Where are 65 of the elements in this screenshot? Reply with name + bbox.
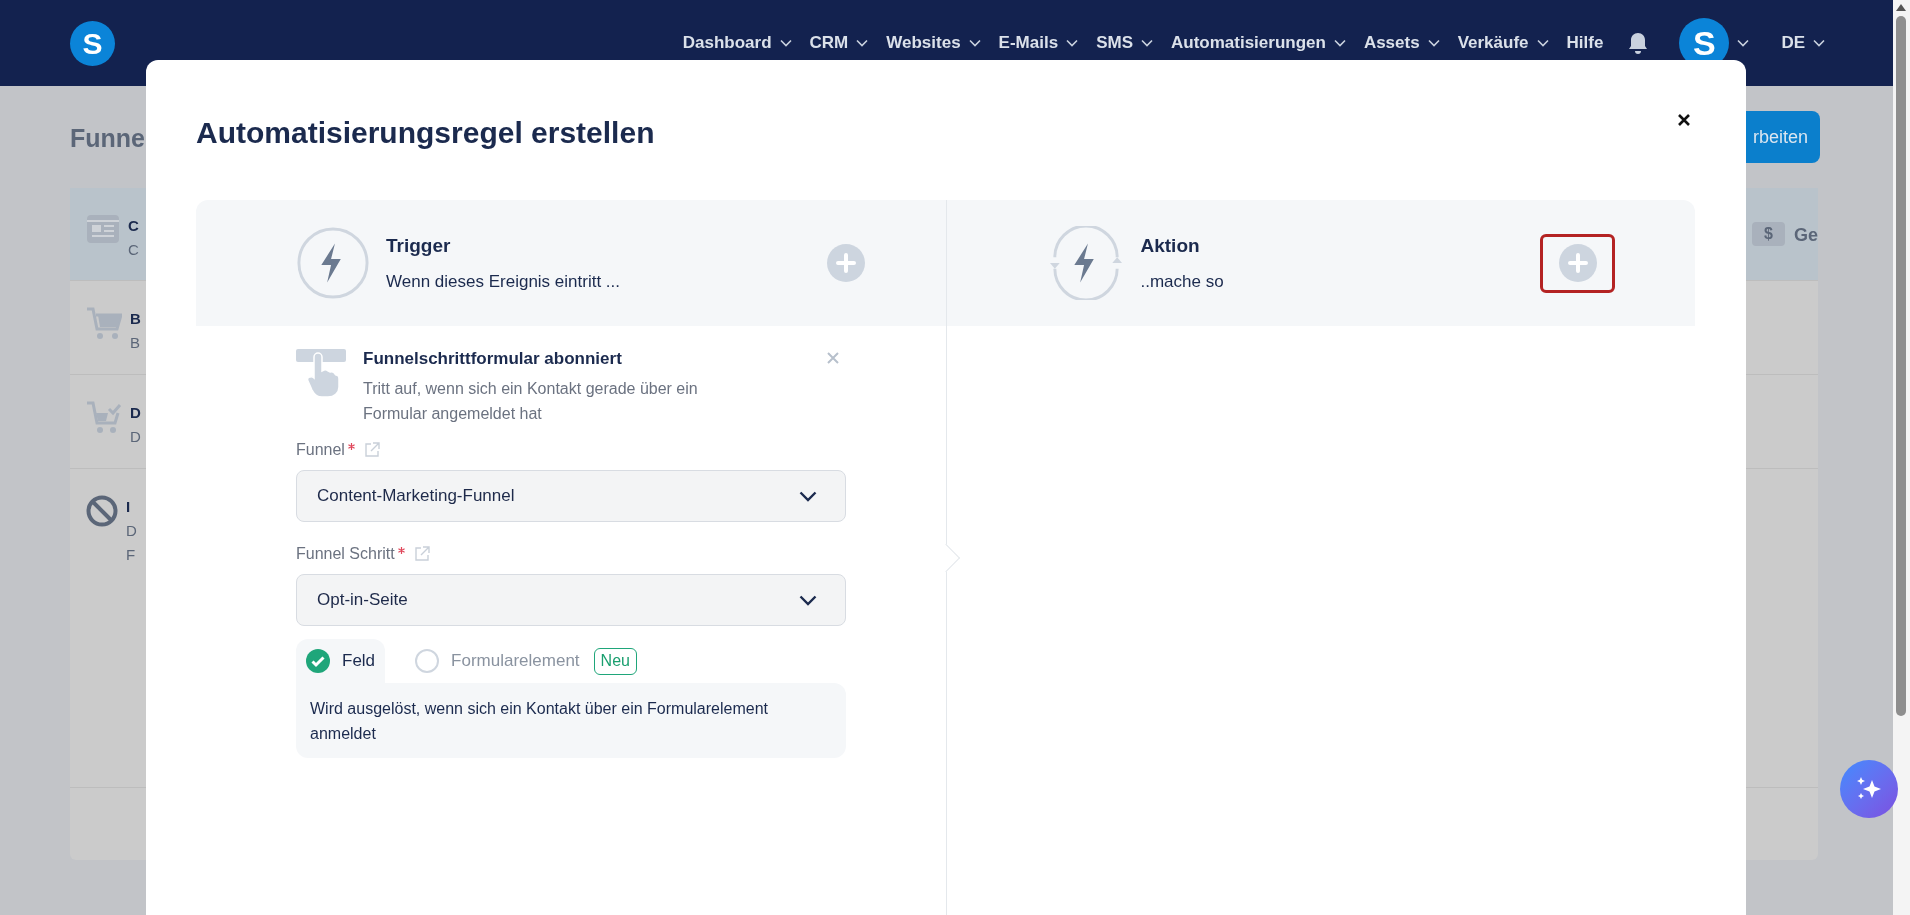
chevron-down-icon: [1427, 39, 1440, 47]
nav-menu-item[interactable]: Verkäufe: [1457, 30, 1549, 56]
field-label: Funnel Schritt: [296, 544, 395, 564]
plus-icon: [1558, 244, 1597, 282]
bolt-icon: [296, 226, 370, 300]
chevron-down-icon: [1813, 39, 1825, 47]
chevron-down-icon: [1737, 39, 1750, 47]
sparkle-button[interactable]: [1840, 760, 1898, 818]
event-description: Tritt auf, wenn sich ein Kontakt gerade über ein Formular angemeldet hat: [363, 379, 699, 424]
chevron-down-icon: [856, 39, 869, 47]
row-text: F: [126, 545, 137, 565]
nav-menu-item[interactable]: Assets: [1363, 30, 1440, 56]
nav-menu-item[interactable]: Automatisierungen: [1170, 30, 1346, 56]
check-circle-icon: [306, 649, 330, 673]
row-title: I: [126, 497, 132, 517]
cart-icon: [86, 307, 122, 341]
id-card-icon: [86, 214, 120, 244]
select-field[interactable]: Content-Marketing-Funnel: [296, 470, 846, 522]
chevron-down-icon: [798, 490, 817, 502]
close-icon[interactable]: [1676, 112, 1692, 128]
blocked-icon: [86, 495, 118, 527]
scrollbar-thumb[interactable]: [1896, 16, 1906, 716]
scroll-up-icon[interactable]: [1896, 4, 1906, 11]
option-description: Wird ausgelöst, wenn sich ein Kontakt über ein Formularelement anmeldet: [296, 683, 846, 758]
nav-menu-item[interactable]: CRM: [809, 30, 869, 56]
chevron-down-icon: [779, 39, 792, 47]
cart-check-icon: [86, 401, 122, 435]
row-text: C: [128, 240, 139, 260]
row-text: D: [130, 427, 141, 447]
trigger-title: Trigger: [386, 234, 452, 258]
field-label: Funnel: [296, 440, 345, 460]
plus-icon: [826, 244, 865, 282]
logo[interactable]: S: [70, 20, 115, 66]
chevron-down-icon: [798, 594, 817, 606]
new-badge: Neu: [593, 647, 637, 675]
hand-pointer-icon: [296, 349, 346, 397]
nav-menu-item[interactable]: SMS: [1096, 30, 1153, 56]
chevron-down-icon: [1333, 39, 1346, 47]
row-text: D: [126, 521, 137, 541]
modal-title: Automatisierungsregel erstellen: [196, 115, 655, 151]
page-title: Funne: [70, 123, 145, 154]
action-title: Aktion: [1140, 234, 1201, 258]
select-field[interactable]: Opt-in-Seite: [296, 574, 846, 626]
currency-badge: $: [1752, 222, 1785, 246]
nav-menu-item[interactable]: Dashboard: [682, 30, 792, 56]
radio-option[interactable]: Feld: [296, 639, 386, 683]
action-subtitle: ..mache so: [1140, 270, 1224, 293]
row-title: D: [130, 403, 141, 423]
row-title: B: [130, 309, 141, 329]
tab-label: Ge: [1794, 224, 1818, 247]
row-text: B: [130, 333, 141, 353]
chevron-down-icon: [1066, 39, 1079, 47]
nav-menu-item[interactable]: Websites: [886, 30, 981, 56]
trigger-subtitle: Wenn dieses Ereignis eintritt ...: [386, 270, 620, 293]
nav-menu-item[interactable]: Hilfe: [1566, 30, 1604, 56]
bell-icon[interactable]: [1627, 31, 1650, 55]
radio-circle-icon: [415, 649, 440, 673]
row-title: C: [128, 216, 139, 236]
chevron-down-icon: [968, 39, 981, 47]
language-menu[interactable]: DE: [1781, 30, 1825, 56]
event-title: Funnelschrittformular abonniert: [363, 348, 623, 370]
chevron-down-icon: [1140, 39, 1153, 47]
add-action-button[interactable]: [1540, 233, 1615, 293]
nav-menu-item[interactable]: E-Mails: [998, 30, 1079, 56]
chevron-down-icon: [1536, 39, 1549, 47]
